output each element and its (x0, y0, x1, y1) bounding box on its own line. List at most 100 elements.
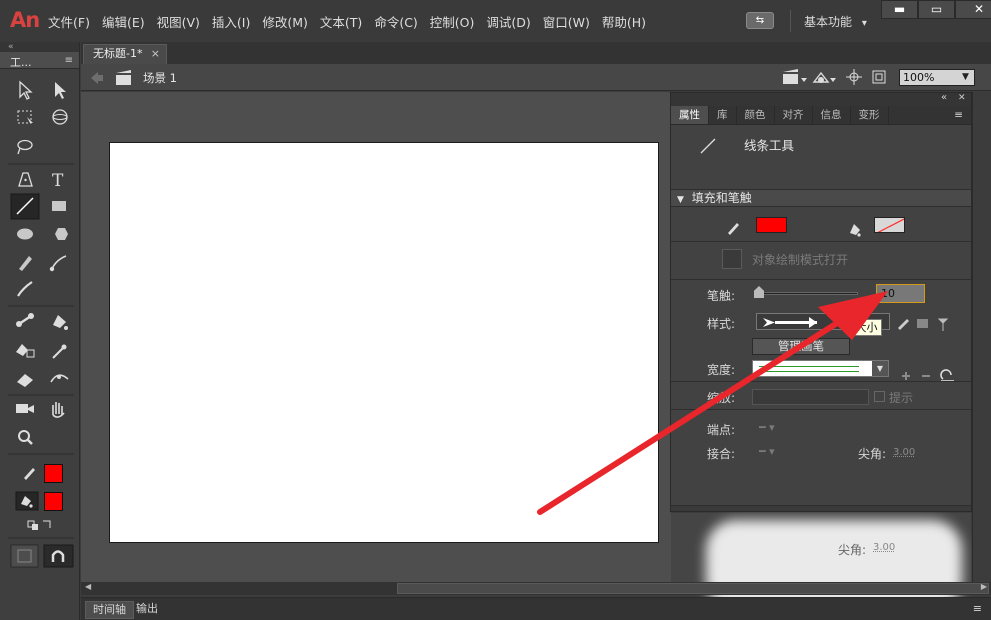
text-tool-icon[interactable]: T (52, 171, 64, 191)
tooltip-text: 大小 (855, 321, 878, 334)
width-profile-dropdown[interactable]: ▼ (752, 360, 889, 377)
polystar-tool-icon[interactable] (55, 228, 68, 240)
menu-control[interactable]: 控制(O) (430, 12, 475, 31)
subselection-tool-icon[interactable] (55, 82, 66, 99)
hint-checkbox[interactable] (874, 391, 885, 402)
tools-icons: T (8, 80, 74, 568)
document-tab-label: 无标题-1* (93, 47, 143, 60)
pencil-tool-icon[interactable] (19, 256, 32, 271)
center-stage-icon[interactable] (846, 69, 862, 85)
ink-bottle-tool-icon[interactable] (16, 344, 35, 358)
paint-bucket-tool-icon[interactable] (53, 315, 68, 330)
panel-menu-icon[interactable]: ≡ (65, 55, 73, 66)
eraser-tool-icon[interactable] (17, 374, 33, 387)
bone-tool-icon[interactable] (16, 313, 34, 327)
stage-canvas[interactable] (109, 142, 659, 543)
paint-brush-tool-icon[interactable] (49, 255, 67, 272)
hand-tool-icon[interactable] (52, 402, 65, 418)
panel-resize-grip[interactable] (671, 505, 971, 511)
chevron-down-icon[interactable]: ▼ (957, 70, 974, 85)
svg-text:T: T (52, 171, 64, 191)
scroll-left-icon[interactable]: ◀ (85, 582, 91, 591)
scene-bar: 场景 1 100% ▼ (81, 64, 991, 91)
miter-label: 尖角: (858, 447, 887, 461)
fill-color-none-swatch[interactable] (874, 217, 905, 233)
menu-window[interactable]: 窗口(W) (543, 12, 590, 31)
divider (671, 409, 971, 410)
object-draw-toggle[interactable] (722, 249, 742, 269)
width-label: 宽度: (707, 363, 736, 377)
scrollbar-thumb[interactable] (397, 583, 989, 594)
horizontal-scrollbar[interactable]: ◀ ▶ (81, 582, 991, 595)
scale-dropdown[interactable] (752, 389, 869, 405)
maximize-button[interactable]: ▭ (918, 0, 955, 19)
menu-commands[interactable]: 命令(C) (374, 12, 417, 31)
brush-library-icon[interactable] (937, 318, 949, 331)
stroke-size-input[interactable]: 10 (876, 284, 925, 303)
tool-name: 线条工具 (744, 138, 795, 153)
menu-file[interactable]: 文件(F) (48, 12, 90, 31)
sync-settings-button[interactable]: ⇆ (746, 12, 774, 29)
style-label: 样式: (707, 317, 736, 331)
width-tool-icon[interactable] (50, 374, 69, 383)
edit-scene-icon[interactable] (783, 69, 807, 84)
stroke-size-slider-track[interactable] (756, 292, 858, 295)
pencil-edit-icon[interactable] (898, 319, 909, 330)
minimize-button[interactable]: ▬ (881, 0, 918, 19)
zoom-tool-icon[interactable] (18, 430, 33, 445)
divider (790, 10, 791, 32)
tools-panel-tab[interactable]: 工... ≡ (0, 52, 79, 69)
menu-debug[interactable]: 调试(D) (486, 12, 530, 31)
free-transform-tool-icon[interactable] (17, 110, 33, 124)
clip-stage-icon[interactable] (872, 70, 886, 84)
tab-timeline[interactable]: 时间轴 (85, 601, 134, 619)
divider (671, 279, 971, 280)
edit-symbols-icon[interactable] (812, 71, 836, 83)
oval-tool-icon[interactable] (17, 228, 33, 240)
menu-text[interactable]: 文本(T) (320, 12, 362, 31)
title-bar: An 文件(F) 编辑(E) 视图(V) 插入(I) 修改(M) 文本(T) 命… (0, 0, 991, 42)
document-tab[interactable]: 无标题-1* × (83, 44, 167, 64)
pen-tool-icon[interactable] (18, 172, 33, 187)
menu-view[interactable]: 视图(V) (157, 12, 200, 31)
vertical-scrollbar[interactable] (972, 92, 991, 582)
lasso-tool-icon[interactable] (17, 139, 33, 155)
eyedropper-tool-icon[interactable] (52, 344, 67, 359)
object-draw-mode-label: 对象绘制模式打开 (752, 253, 849, 267)
menu-edit[interactable]: 编辑(E) (102, 12, 145, 31)
menu-help[interactable]: 帮助(H) (602, 12, 646, 31)
reset-width-icon[interactable] (940, 369, 954, 382)
tab-output[interactable]: 输出 (129, 601, 165, 617)
miter-value[interactable]: 3.00 (893, 447, 915, 458)
fill-color-swatch[interactable] (44, 492, 63, 511)
fill-stroke-section-title: 填充和笔触 (691, 191, 752, 205)
stroke-color-swatch[interactable] (756, 217, 787, 233)
selection-tool-icon[interactable] (19, 80, 33, 100)
window-controls: ▬ ▭ ✕ (881, 0, 991, 19)
cap-dropdown[interactable]: ━ ▾ (759, 421, 775, 434)
style-options-icon[interactable] (917, 319, 928, 328)
app-logo: An (10, 8, 40, 32)
3d-rotation-tool-icon[interactable] (52, 109, 68, 125)
scroll-right-icon[interactable]: ▶ (981, 582, 987, 591)
add-width-icon[interactable] (902, 372, 910, 380)
stroke-size-value: 10 (881, 287, 895, 300)
menu-insert[interactable]: 插入(I) (212, 12, 250, 31)
swap-colors-icon[interactable] (27, 520, 51, 530)
rectangle-tool-icon[interactable] (52, 201, 66, 211)
workspace-switcher[interactable]: 基本功能 ▾ (804, 13, 867, 30)
close-icon[interactable]: × (151, 45, 160, 63)
camera-tool-icon[interactable] (16, 404, 34, 413)
stroke-color-swatch[interactable] (44, 464, 63, 483)
brush-tool-icon[interactable] (17, 281, 33, 297)
manage-brushes-button[interactable]: 管理画笔 (752, 338, 850, 355)
hint-label: 提示 (889, 391, 914, 405)
stroke-label: 笔触: (707, 289, 736, 303)
back-arrow-icon[interactable] (91, 72, 103, 84)
tools-panel-grip[interactable]: « (0, 42, 79, 52)
panel-menu-icon[interactable]: ≡ (966, 601, 989, 617)
join-dropdown[interactable]: ━ ▾ (759, 445, 775, 458)
fill-stroke-section-header[interactable]: ▼ 填充和笔触 (671, 189, 971, 207)
menu-modify[interactable]: 修改(M) (262, 12, 308, 31)
close-button[interactable]: ✕ (955, 0, 991, 19)
